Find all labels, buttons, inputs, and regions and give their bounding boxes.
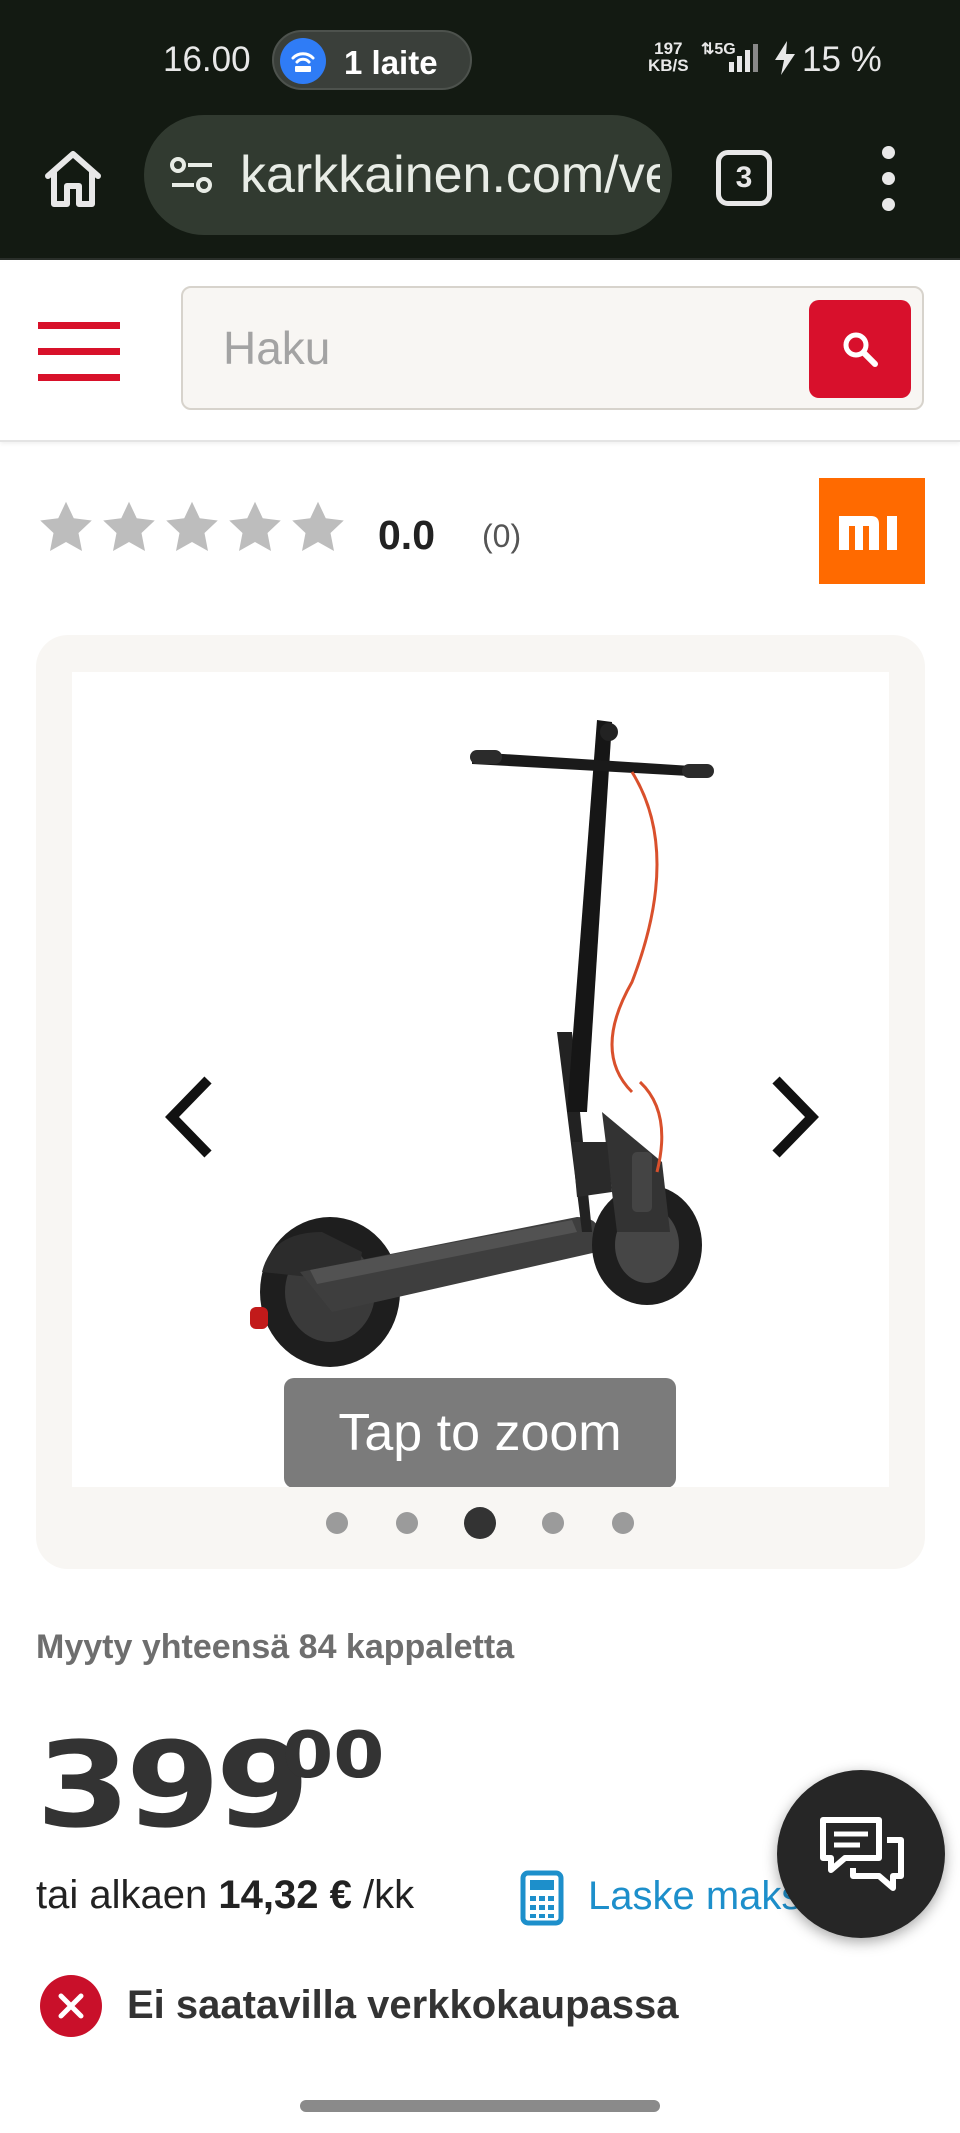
sold-count: Myyty yhteensä 84 kappaletta — [36, 1628, 515, 1666]
site-header — [0, 262, 960, 442]
battery-level: 15 % — [802, 40, 882, 79]
more-vert-icon[interactable] — [874, 146, 904, 212]
home-icon[interactable] — [40, 146, 106, 212]
installment-amount: 14,32 € — [218, 1873, 352, 1917]
calculator-icon — [520, 1870, 564, 1926]
gallery-dot[interactable] — [396, 1512, 418, 1534]
rating-count: (0) — [482, 518, 522, 554]
tab-switcher-button[interactable]: 3 — [716, 150, 772, 206]
star-icon — [103, 501, 155, 551]
charging-icon — [775, 41, 795, 75]
network-speed-value: 197 — [654, 39, 683, 58]
star-icon — [229, 501, 281, 551]
gesture-home-indicator[interactable] — [300, 2100, 660, 2112]
search-icon — [843, 332, 878, 367]
chat-button[interactable] — [777, 1770, 945, 1938]
rating-stars — [36, 498, 348, 558]
hotspot-indicator[interactable]: 1 laite — [272, 30, 472, 90]
gallery-dot[interactable] — [326, 1512, 348, 1534]
url-text: karkkainen.com/verkkokauppa — [240, 146, 660, 204]
star-icon — [166, 501, 218, 551]
chat-icon — [820, 1817, 904, 1891]
payment-calculator-link[interactable]: Laske maksuerä — [520, 1868, 810, 1928]
network-speed: 197 KB/S — [648, 40, 689, 74]
installment-suffix: /kk — [362, 1873, 415, 1917]
hotspot-icon — [280, 38, 326, 84]
price-whole: 399 — [36, 1716, 310, 1854]
calculator-label: Laske maksuerä — [588, 1874, 810, 1918]
product-gallery: Tap to zoom — [36, 635, 925, 1569]
close-circle-icon — [40, 1975, 102, 2037]
search-box — [181, 286, 924, 410]
installment-info: tai alkaen 14,32 € /kk — [36, 1873, 414, 1918]
tune-icon[interactable] — [168, 155, 216, 195]
installment-prefix: tai alkaen — [36, 1873, 208, 1917]
gallery-dot[interactable] — [612, 1512, 634, 1534]
search-input[interactable] — [223, 321, 783, 375]
status-time: 16.00 — [163, 40, 251, 79]
browser-toolbar: karkkainen.com/verkkokauppa 3 — [0, 112, 960, 260]
gallery-pagination — [36, 1503, 925, 1543]
price-cents: 00 — [282, 1719, 385, 1793]
address-bar[interactable]: karkkainen.com/verkkokauppa — [144, 115, 672, 235]
star-icon — [40, 501, 92, 551]
status-bar: 16.00 1 laite 197 KB/S ⇅5G 15 % — [0, 0, 960, 112]
gallery-dot[interactable] — [542, 1512, 564, 1534]
rating-value: 0.0 — [378, 512, 435, 558]
star-icon — [292, 501, 344, 551]
availability-text: Ei saatavilla verkkokaupassa — [127, 1983, 679, 2027]
product-rating[interactable]: 0.0 (0) — [36, 498, 596, 568]
search-button[interactable] — [809, 300, 911, 398]
hamburger-icon[interactable] — [38, 322, 122, 382]
chevron-left-icon[interactable] — [160, 1072, 220, 1162]
svg-text:⇅5G: ⇅5G — [701, 41, 736, 58]
hotspot-label: 1 laite — [344, 44, 438, 81]
signal-5g-icon: ⇅5G — [701, 41, 758, 72]
product-price: 399 00 — [36, 1719, 385, 1850]
brand-logo[interactable] — [819, 478, 925, 584]
tap-to-zoom-hint[interactable]: Tap to zoom — [284, 1378, 676, 1487]
network-speed-unit: KB/S — [648, 56, 689, 75]
gallery-dot-active[interactable] — [464, 1507, 496, 1539]
brand-mi-logo — [839, 516, 897, 550]
product-image[interactable]: Tap to zoom — [72, 672, 889, 1487]
chevron-right-icon[interactable] — [764, 1072, 824, 1162]
